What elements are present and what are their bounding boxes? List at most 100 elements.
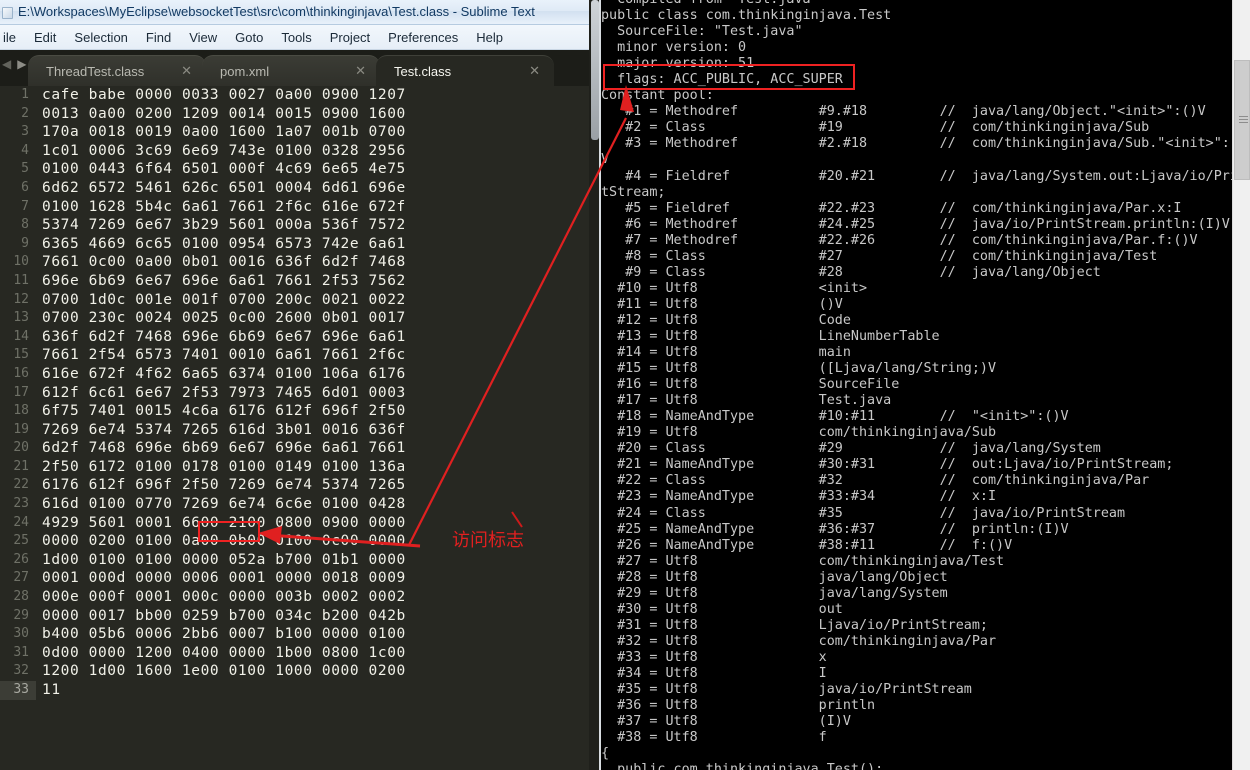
tab-pom-xml[interactable]: pom.xml ✕: [202, 55, 380, 86]
tab-label: pom.xml: [220, 63, 270, 79]
line-number: 31: [13, 644, 29, 660]
tab-next-icon[interactable]: ▶: [17, 58, 26, 70]
hex-line[interactable]: 6365 4669 6c65 0100 0954 6573 742e 6a61: [36, 235, 589, 254]
hex-line[interactable]: 6d2f 7468 696e 6b69 6e67 696e 6a61 7661: [36, 439, 589, 458]
console-line: #25 = NameAndType #36:#37 // println:(I)…: [601, 521, 1069, 537]
hex-line[interactable]: 612f 6c61 6e67 2f53 7973 7465 6d01 0003: [36, 384, 589, 403]
hex-line[interactable]: 170a 0018 0019 0a00 1600 1a07 001b 0700: [36, 123, 589, 142]
hex-line[interactable]: 696e 6b69 6e67 696e 6a61 7661 2f53 7562: [36, 272, 589, 291]
hex-line[interactable]: 4929 5601 0001 6600 2100 0800 0900 0000: [36, 514, 589, 533]
tab-bar: ◀ ▶ ThreadTest.class ✕ pom.xml ✕ Test.class ✕: [0, 50, 601, 86]
console-line: Compiled from "Test.java": [601, 0, 1232, 8]
menu-item-edit[interactable]: Edit: [25, 27, 65, 48]
line-number: 15: [13, 347, 29, 363]
console-line: #9 = Class #28 // java/lang/Object: [601, 264, 1101, 280]
menu-item-selection[interactable]: Selection: [65, 27, 136, 48]
console-line: #24 = Class #35 // java/io/PrintStream: [601, 505, 1126, 521]
hex-line[interactable]: b400 05b6 0006 2bb6 0007 b100 0000 0100: [36, 625, 589, 644]
console-line: #18 = NameAndType #10:#11 // "<init>":()…: [601, 409, 1069, 425]
menu-list: ile Edit Selection Find View Goto Tools Project…: [0, 25, 601, 50]
line-number: 10: [13, 254, 29, 270]
javap-console-window: Compiled from "Test.java"public class co…: [601, 0, 1250, 770]
console-line: #3 = Methodref #2.#18 // com/thinkinginj…: [601, 136, 1246, 152]
scrollbar-thumb[interactable]: [1234, 60, 1250, 180]
hex-line[interactable]: 0000 0017 bb00 0259 b700 034c b200 042b: [36, 607, 589, 626]
menu-item-ile[interactable]: ile: [0, 27, 25, 48]
hex-line[interactable]: 0d00 0000 1200 0400 0000 1b00 0800 1c00: [36, 644, 589, 663]
line-number: 30: [13, 626, 29, 642]
hex-line[interactable]: 6d62 6572 5461 626c 6501 0004 6d61 696e: [36, 179, 589, 198]
hex-line[interactable]: 000e 000f 0001 000c 0000 003b 0002 0002: [36, 588, 589, 607]
hex-line[interactable]: 0000 0200 0100 0a00 0b00 0100 0c00 0000: [36, 532, 589, 551]
line-number: 19: [13, 421, 29, 437]
console-vertical-scrollbar[interactable]: [1232, 0, 1250, 770]
hex-line[interactable]: cafe babe 0000 0033 0027 0a00 0900 1207: [36, 86, 589, 105]
console-line: #8 = Class #27 // com/thinkinginjava/Tes…: [601, 248, 1158, 264]
divider-scroll-thumb[interactable]: [591, 0, 599, 140]
console-line: #13 = Utf8 LineNumberTable: [601, 328, 940, 344]
line-number: 9: [21, 235, 29, 251]
menu-item-project[interactable]: Project: [321, 27, 379, 48]
hex-line[interactable]: 0700 230c 0024 0025 0c00 2600 0b01 0017: [36, 309, 589, 328]
line-number: 33: [0, 681, 36, 700]
line-number: 23: [13, 496, 29, 512]
console-line: #4 = Fieldref #20.#21 // java/lang/Syste…: [601, 168, 1246, 184]
tab-close-icon[interactable]: ✕: [529, 63, 540, 79]
console-line: #21 = NameAndType #30:#31 // out:Ljava/i…: [601, 457, 1174, 473]
console-line: #34 = Utf8 I: [601, 665, 827, 681]
console-line: public com.thinkinginjava.Test();: [601, 762, 884, 770]
console-line: major version: 51: [601, 56, 755, 72]
hex-line[interactable]: 11: [36, 681, 589, 700]
console-line: #14 = Utf8 main: [601, 345, 851, 361]
console-line: #19 = Utf8 com/thinkinginjava/Sub: [601, 425, 997, 441]
menu-item-tools[interactable]: Tools: [272, 27, 320, 48]
hex-editor[interactable]: 1 2 3 4 5 6 7 8 9 10 11 12 13 14 15 16 17 18 19 20 21 22 23 24 2…: [0, 86, 589, 770]
hex-line[interactable]: 0013 0a00 0200 1209 0014 0015 0900 1600: [36, 105, 589, 124]
tab-test-class[interactable]: Test.class ✕: [376, 55, 554, 86]
console-line: #16 = Utf8 SourceFile: [601, 377, 900, 393]
hex-line[interactable]: 7269 6e74 5374 7265 616d 3b01 0016 636f: [36, 421, 589, 440]
hex-line[interactable]: 1200 1d00 1600 1e00 0100 1000 0000 0200: [36, 662, 589, 681]
hex-line[interactable]: 0100 1628 5b4c 6a61 7661 2f6c 616e 672f: [36, 198, 589, 217]
scrollbar-grip-icon: [1239, 116, 1248, 123]
console-line: #5 = Fieldref #22.#23 // com/thinkinginj…: [601, 200, 1182, 216]
tab-threadtest-class[interactable]: ThreadTest.class ✕: [28, 55, 206, 86]
menu-item-view[interactable]: View: [180, 27, 226, 48]
hex-code-area[interactable]: cafe babe 0000 0033 0027 0a00 0900 1207 0…: [36, 86, 589, 770]
line-number: 16: [13, 365, 29, 381]
line-number: 13: [13, 310, 29, 326]
hex-line[interactable]: 1c01 0006 3c69 6e69 743e 0100 0328 2956: [36, 142, 589, 161]
hex-line[interactable]: 636f 6d2f 7468 696e 6b69 6e67 696e 6a61: [36, 328, 589, 347]
hex-line[interactable]: 0001 000d 0000 0006 0001 0000 0018 0009: [36, 569, 589, 588]
hex-line[interactable]: 0700 1d0c 001e 001f 0700 200c 0021 0022: [36, 291, 589, 310]
console-line: #38 = Utf8 f: [601, 730, 827, 746]
console-line: #2 = Class #19 // com/thinkinginjava/Sub: [601, 120, 1150, 136]
hex-line[interactable]: 616e 672f 4f62 6a65 6374 0100 106a 6176: [36, 365, 589, 384]
title-bar: E:\Workspaces\MyEclipse\websocketTest\sr…: [0, 0, 601, 25]
window-system-icon[interactable]: [2, 7, 13, 19]
line-number: 20: [13, 440, 29, 456]
tab-close-icon[interactable]: ✕: [181, 63, 192, 79]
console-line: V: [601, 152, 610, 168]
hex-line[interactable]: 1d00 0100 0100 0000 052a b700 01b1 0000: [36, 551, 589, 570]
sublime-text-window: E:\Workspaces\MyEclipse\websocketTest\sr…: [0, 0, 601, 770]
hex-line[interactable]: 616d 0100 0770 7269 6e74 6c6e 0100 0428: [36, 495, 589, 514]
menu-item-preferences[interactable]: Preferences: [379, 27, 467, 48]
hex-line[interactable]: 6176 612f 696f 2f50 7269 6e74 5374 7265: [36, 476, 589, 495]
menu-item-find[interactable]: Find: [137, 27, 180, 48]
hex-line[interactable]: 7661 2f54 6573 7401 0010 6a61 7661 2f6c: [36, 346, 589, 365]
tab-prev-icon[interactable]: ◀: [2, 58, 11, 70]
hex-line[interactable]: 6f75 7401 0015 4c6a 6176 612f 696f 2f50: [36, 402, 589, 421]
console-line: #1 = Methodref #9.#18 // java/lang/Objec…: [601, 104, 1206, 120]
console-line: {: [601, 746, 610, 762]
console-line: Constant pool:: [601, 88, 714, 104]
hex-line[interactable]: 0100 0443 6f64 6501 000f 4c69 6e65 4e75: [36, 160, 589, 179]
hex-line[interactable]: 7661 0c00 0a00 0b01 0016 636f 6d2f 7468: [36, 253, 589, 272]
hex-line[interactable]: 2f50 6172 0100 0178 0100 0149 0100 136a: [36, 458, 589, 477]
line-number: 24: [13, 514, 29, 530]
tab-close-icon[interactable]: ✕: [355, 63, 366, 79]
hex-line[interactable]: 5374 7269 6e67 3b29 5601 000a 536f 7572: [36, 216, 589, 235]
menu-item-goto[interactable]: Goto: [226, 27, 272, 48]
menu-item-help[interactable]: Help: [467, 27, 512, 48]
console-line: #31 = Utf8 Ljava/io/PrintStream;: [601, 617, 988, 633]
